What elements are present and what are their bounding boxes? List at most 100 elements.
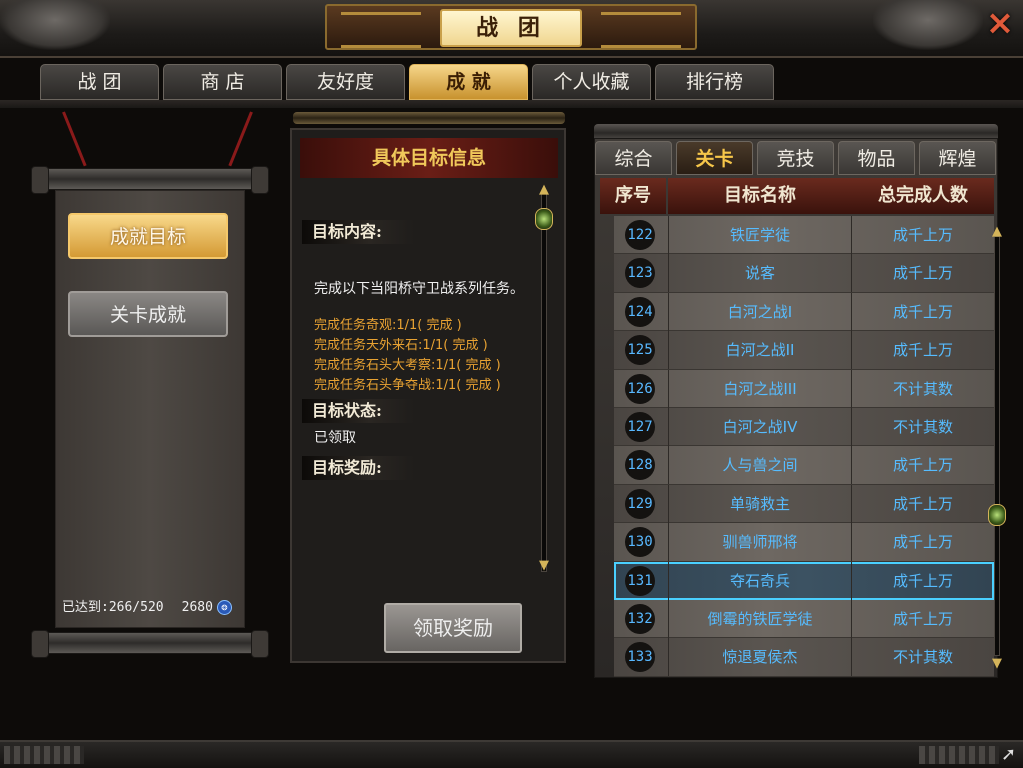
subtab-general[interactable]: 综合 <box>595 141 672 175</box>
scroll-down-icon[interactable]: ▼ <box>536 558 552 574</box>
row-number: 130 <box>625 527 655 558</box>
subtab-items[interactable]: 物品 <box>838 141 915 175</box>
goal-reward-label: 目标奖励: <box>302 456 414 480</box>
table-row[interactable]: 125 白河之战II 成千上万 <box>614 331 994 370</box>
table-row[interactable]: 124 白河之战I 成千上万 <box>614 292 994 332</box>
row-name: 说客 <box>668 254 852 293</box>
table-row[interactable]: 126 白河之战III 不计其数 <box>614 369 994 408</box>
row-count: 成千上万 <box>892 456 953 475</box>
table-row[interactable]: 128 人与兽之间 成千上万 <box>614 446 994 485</box>
scroll-rod-top <box>31 166 269 194</box>
reached-count: 已达到:266/520 <box>62 600 164 615</box>
achievement-goals-button[interactable]: 成就目标 <box>68 213 228 259</box>
goal-detail-panel: 具体目标信息 目标内容: 完成以下当阳桥守卫战系列任务。 完成任务奇观:1/1(… <box>290 128 566 663</box>
row-count: 成千上万 <box>892 264 953 283</box>
tab-divider <box>0 100 1023 108</box>
row-name: 驯兽师邢将 <box>668 523 852 562</box>
detail-scrollbar[interactable] <box>541 192 547 572</box>
list-scroll-thumb[interactable] <box>988 504 1006 526</box>
scroll-rod-bottom <box>31 630 269 658</box>
row-number: 123 <box>625 258 655 289</box>
bottom-frame <box>0 740 1023 768</box>
row-number: 122 <box>625 220 655 250</box>
task-item: 完成任务天外来石:1/1( 完成 ) <box>314 338 488 353</box>
task-item: 完成任务奇观:1/1( 完成 ) <box>314 318 462 333</box>
row-count: 成千上万 <box>892 226 953 244</box>
row-number: 124 <box>625 296 655 327</box>
table-row[interactable]: 123 说客 成千上万 <box>614 254 994 293</box>
table-row[interactable]: 122 铁匠学徒 成千上万 <box>614 216 994 255</box>
row-number: 131 <box>625 565 655 596</box>
table-row[interactable]: 129 单骑救主 成千上万 <box>614 484 994 524</box>
tab-collection[interactable]: 个人收藏 <box>532 64 651 100</box>
column-header-name: 目标名称 <box>668 178 852 214</box>
row-name: 白河之战IV <box>668 407 852 446</box>
goal-status-label: 目标状态: <box>302 399 414 423</box>
table-row[interactable]: 132 倒霉的铁匠学徒 成千上万 <box>614 599 994 639</box>
scroll-rope <box>62 111 87 167</box>
detail-rod <box>293 112 565 124</box>
table-row[interactable]: 127 白河之战IV 不计其数 <box>614 407 994 447</box>
scroll-thumb[interactable] <box>535 208 553 230</box>
row-count: 成千上万 <box>892 494 953 513</box>
row-name: 白河之战III <box>668 369 852 408</box>
row-name: 惊退夏侯杰 <box>668 638 852 677</box>
task-item: 完成任务石头大考察:1/1( 完成 ) <box>314 358 501 373</box>
row-count: 成千上万 <box>892 571 953 590</box>
row-count: 成千上万 <box>892 341 953 360</box>
claim-reward-button[interactable]: 领取奖励 <box>384 603 522 653</box>
points-icon: ❂ <box>216 600 232 615</box>
row-count: 成千上万 <box>892 609 953 628</box>
scroll-up-icon[interactable]: ▲ <box>536 182 552 198</box>
list-scrollbar[interactable] <box>994 236 1000 656</box>
row-count: 不计其数 <box>892 379 953 398</box>
row-name: 倒霉的铁匠学徒 <box>668 599 852 638</box>
progress-summary: 已达到:266/520 2680 ❂ <box>62 596 232 615</box>
table-row-selected[interactable]: 131 夺石奇兵 成千上万 <box>614 561 994 600</box>
tab-achievements[interactable]: 成 就 <box>409 64 528 100</box>
close-icon[interactable]: × <box>983 6 1017 42</box>
achievement-table: 122 铁匠学徒 成千上万 123 说客 成千上万 124 白河之战I 成千上万 125 白河… <box>614 216 994 677</box>
row-count: 不计其数 <box>892 417 953 436</box>
row-name: 白河之战II <box>668 331 852 370</box>
row-number: 132 <box>625 603 655 634</box>
list-scroll-up-icon[interactable]: ▲ <box>989 224 1005 240</box>
achievement-category-panel: 成就目标 关卡成就 <box>55 190 245 628</box>
tab-friendship[interactable]: 友好度 <box>286 64 405 100</box>
dragon-ornament-icon <box>0 0 110 50</box>
row-count: 成千上万 <box>892 302 953 321</box>
list-scroll-down-icon[interactable]: ▼ <box>989 656 1005 672</box>
subtab-glory[interactable]: 辉煌 <box>919 141 996 175</box>
row-name: 单骑救主 <box>668 484 852 523</box>
row-name: 白河之战I <box>668 292 852 331</box>
tab-shop[interactable]: 商 店 <box>163 64 282 100</box>
row-number: 126 <box>625 373 655 404</box>
goal-description: 完成以下当阳桥守卫战系列任务。 <box>314 281 524 297</box>
row-number: 133 <box>625 642 655 673</box>
row-number: 125 <box>625 335 655 366</box>
column-header-number: 序号 <box>600 178 666 214</box>
main-tab-bar: 战 团 商 店 友好度 成 就 个人收藏 排行榜 <box>40 64 774 104</box>
goal-content-label: 目标内容: <box>302 220 414 244</box>
scroll-rope <box>228 111 253 167</box>
detail-content: 目标内容: 完成以下当阳桥守卫战系列任务。 完成任务奇观:1/1( 完成 ) 完… <box>302 220 534 480</box>
row-name: 人与兽之间 <box>668 446 852 485</box>
points-value: 2680 <box>181 600 213 615</box>
task-item: 完成任务石头争夺战:1/1( 完成 ) <box>314 378 501 393</box>
tab-ranking[interactable]: 排行榜 <box>655 64 774 100</box>
row-number: 128 <box>625 450 655 481</box>
stage-achievements-button[interactable]: 关卡成就 <box>68 291 228 337</box>
subtab-arena[interactable]: 竞技 <box>757 141 834 175</box>
dragon-ornament-icon <box>873 0 983 50</box>
table-row[interactable]: 133 惊退夏侯杰 不计其数 <box>614 638 994 677</box>
subtab-stage[interactable]: 关卡 <box>676 141 753 175</box>
row-count: 不计其数 <box>892 648 953 667</box>
table-row[interactable]: 130 驯兽师邢将 成千上万 <box>614 523 994 562</box>
tab-zhantuan[interactable]: 战 团 <box>40 64 159 100</box>
row-name: 铁匠学徒 <box>668 216 852 254</box>
sub-tab-bar: 综合 关卡 竞技 物品 辉煌 <box>595 141 996 175</box>
row-name: 夺石奇兵 <box>668 561 852 600</box>
window-title: 战 团 <box>440 9 582 47</box>
detail-header: 具体目标信息 <box>300 138 558 178</box>
row-number: 127 <box>625 411 655 442</box>
